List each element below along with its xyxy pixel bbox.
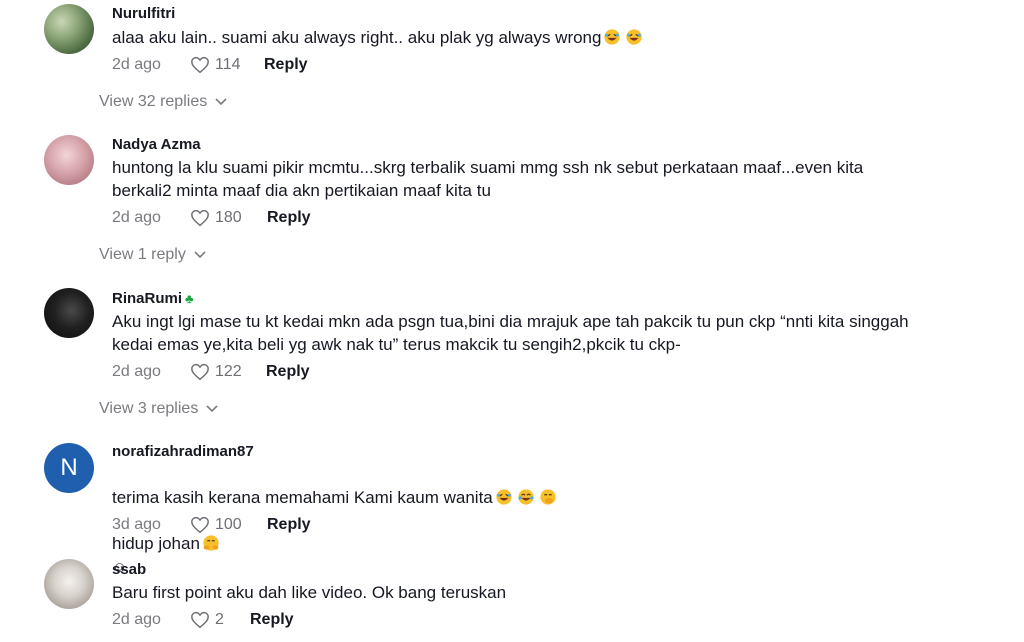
- view-replies-label: View 32 replies: [99, 93, 208, 110]
- comment-text: Aku ingt lgi mase tu kt kedai mkn ada ps…: [112, 312, 909, 354]
- username-text: RinaRumi: [112, 290, 183, 307]
- avatar[interactable]: [44, 559, 94, 609]
- like-count: 122: [215, 363, 242, 380]
- avatar[interactable]: [44, 135, 94, 185]
- comment-username[interactable]: Nurulfitri: [112, 5, 175, 22]
- reply-button[interactable]: Reply: [267, 516, 311, 534]
- like-button[interactable]: 122: [190, 363, 242, 381]
- heart-icon[interactable]: [190, 56, 210, 74]
- like-count: 100: [215, 516, 242, 533]
- rolling-laughing-emoji-icon: [604, 29, 621, 45]
- hand-over-mouth-emoji-icon: [540, 489, 556, 505]
- like-count: 2: [215, 611, 224, 628]
- chevron-down-icon: [206, 405, 218, 413]
- like-count: 180: [215, 209, 242, 226]
- like-button[interactable]: 2: [190, 611, 224, 629]
- rolling-laughing-emoji-icon: [496, 489, 512, 505]
- clover-icon: ♣: [185, 291, 194, 306]
- reply-button[interactable]: Reply: [267, 209, 311, 227]
- avatar[interactable]: [44, 288, 94, 338]
- heart-icon[interactable]: [190, 516, 210, 534]
- heart-icon[interactable]: [190, 209, 210, 227]
- like-button[interactable]: 180: [190, 209, 242, 227]
- view-replies-button[interactable]: View 32 replies: [99, 93, 227, 111]
- chevron-down-icon: [215, 98, 227, 106]
- reply-button[interactable]: Reply: [250, 611, 294, 629]
- comment-username[interactable]: RinaRumi ♣: [112, 290, 194, 307]
- comment-date: 2d ago: [112, 56, 161, 73]
- heart-icon[interactable]: [190, 363, 210, 381]
- comment-date: 2d ago: [112, 209, 161, 226]
- comment-text-line: terima kasih kerana memahami Kami kaum w…: [112, 488, 493, 507]
- comment-date: 2d ago: [112, 611, 161, 628]
- avatar[interactable]: N: [44, 443, 94, 493]
- tears-of-joy-emoji-icon: [518, 489, 534, 505]
- comment-text-line: hidup johan: [112, 534, 200, 553]
- avatar[interactable]: [44, 4, 94, 54]
- view-replies-label: View 1 reply: [99, 246, 186, 263]
- view-replies-label: View 3 replies: [99, 400, 199, 417]
- view-replies-button[interactable]: View 1 reply: [99, 246, 206, 264]
- like-count: 114: [215, 56, 241, 73]
- chevron-down-icon: [194, 251, 206, 259]
- like-button[interactable]: 114: [190, 56, 241, 74]
- comment-date: 2d ago: [112, 363, 161, 380]
- comment-username[interactable]: norafizahradiman87: [112, 443, 254, 460]
- rolling-laughing-emoji-icon: [626, 29, 643, 45]
- like-button[interactable]: 100: [190, 516, 242, 534]
- comment-date: 3d ago: [112, 516, 161, 533]
- comment-text: huntong la klu suami pikir mcmtu...skrg …: [112, 158, 864, 200]
- hugging-face-emoji-icon: [203, 535, 219, 551]
- heart-icon[interactable]: [190, 611, 210, 629]
- comment-text: Baru first point aku dah like video. Ok …: [112, 583, 507, 602]
- comment-text: alaa aku lain.. suami aku always right..…: [112, 26, 972, 49]
- view-replies-button[interactable]: View 3 replies: [99, 400, 218, 418]
- comment-username[interactable]: Nadya Azma: [112, 136, 201, 153]
- comment-username[interactable]: ssab: [112, 561, 146, 578]
- reply-button[interactable]: Reply: [264, 56, 308, 74]
- reply-button[interactable]: Reply: [266, 363, 310, 381]
